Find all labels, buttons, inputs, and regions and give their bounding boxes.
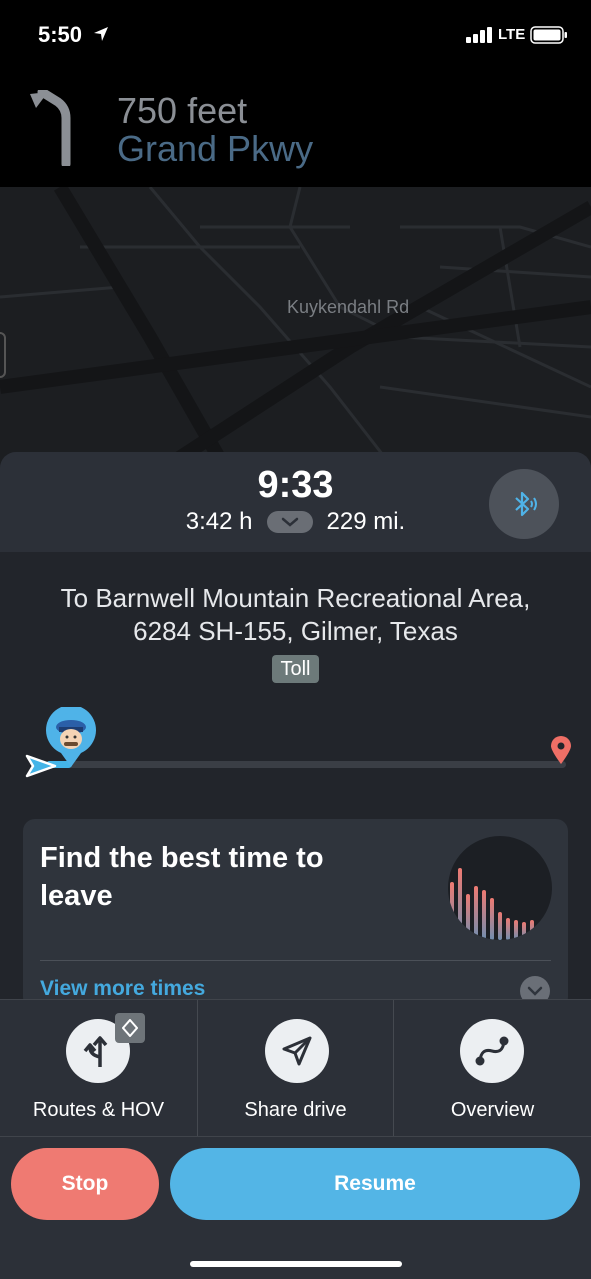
toll-badge: Toll: [272, 655, 319, 683]
network-type: LTE: [498, 26, 526, 43]
overview-button[interactable]: Overview: [394, 1000, 591, 1137]
view-more-times-link[interactable]: View more times: [40, 977, 205, 1001]
resume-button[interactable]: Resume: [170, 1148, 580, 1220]
overview-label: Overview: [450, 1099, 535, 1121]
battery-icon: [530, 26, 567, 44]
departure-times-chart-icon: [448, 836, 552, 940]
routes-hov-label: Routes & HOV: [32, 1099, 165, 1121]
eta-summary[interactable]: 9:33 3:42 h 229 mi.: [0, 452, 591, 552]
map-side-handle[interactable]: [0, 332, 6, 378]
map-view[interactable]: Kuykendahl Rd: [0, 187, 591, 477]
trip-duration: 3:42 h: [185, 508, 253, 535]
navigation-instruction[interactable]: 750 feet Grand Pkwy: [0, 70, 591, 187]
turn-distance: 750 feet: [117, 90, 248, 131]
destination-line-2: 6284 SH-155, Gilmer, Texas: [133, 616, 458, 646]
police-report-icon[interactable]: [45, 707, 97, 769]
destination-address: To Barnwell Mountain Recreational Area, …: [0, 582, 591, 648]
card-divider: [40, 960, 551, 961]
expand-chevron-icon[interactable]: [266, 511, 313, 533]
paper-plane-icon: [265, 1019, 329, 1083]
map-road-label: Kuykendahl Rd: [287, 297, 410, 317]
destination-pin-icon: [551, 736, 571, 764]
route-progress-track: [46, 761, 566, 768]
stop-button[interactable]: Stop: [11, 1148, 159, 1220]
best-time-title: Find the best time to leave: [40, 842, 324, 912]
map-roads: [0, 187, 591, 477]
turn-slight-left-icon: [30, 90, 71, 166]
routes-hov-button[interactable]: Routes & HOV: [0, 1000, 197, 1137]
status-time: 5:50: [38, 22, 83, 47]
share-drive-button[interactable]: Share drive: [197, 1000, 394, 1137]
bluetooth-audio-button[interactable]: [489, 469, 559, 539]
status-bar: 5:50 LTE: [0, 0, 591, 70]
home-indicator[interactable]: [190, 1261, 402, 1267]
bottom-controls: Stop Resume: [0, 1136, 591, 1279]
share-drive-label: Share drive: [244, 1099, 347, 1121]
hov-diamond-icon: [115, 1013, 145, 1043]
trip-actions: Routes & HOV Share drive Overview: [0, 999, 591, 1137]
best-time-card[interactable]: Find the best time to leave View more ti…: [23, 819, 568, 1009]
route-overview-icon: [460, 1019, 524, 1083]
bluetooth-audio-icon: [515, 491, 537, 517]
trip-distance: 229 mi.: [326, 508, 406, 535]
turn-street-name: Grand Pkwy: [117, 128, 314, 169]
destination-line-1: To Barnwell Mountain Recreational Area,: [60, 583, 531, 613]
location-arrow-icon: [94, 27, 108, 41]
signal-bars-icon: [466, 27, 492, 43]
